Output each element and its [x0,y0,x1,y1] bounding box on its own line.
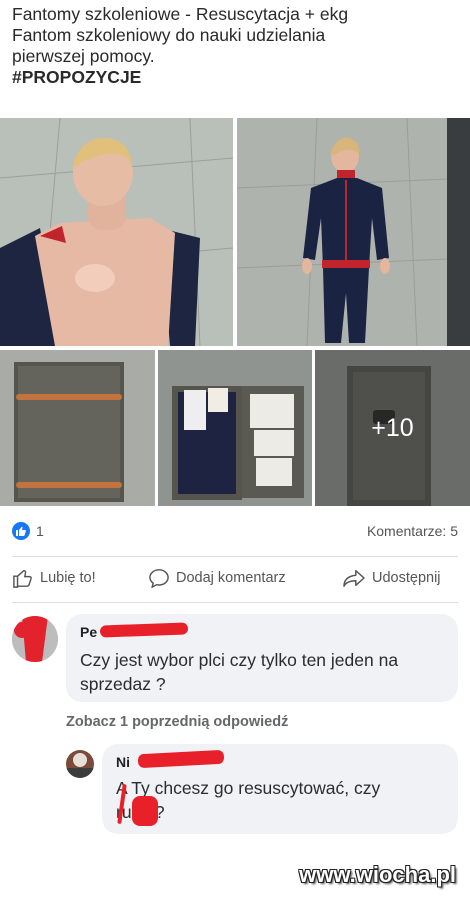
like-button[interactable]: Lubię to! [12,568,96,588]
comment-text: Czy jest wybor plci czy tylko ten jeden … [80,650,399,694]
more-photos-overlay[interactable]: +10 [315,350,470,506]
photo-manikin-full-body[interactable] [237,118,470,346]
comment-bubble: Pe Czy jest wybor plci czy tylko ten jed… [66,614,458,702]
thumbs-up-icon [13,569,32,588]
speech-bubble-icon [149,569,169,588]
reply-text-line: A Ty chcesz go resuscytować, czy [116,778,381,798]
redaction-mark [99,622,189,638]
post-text-line: Fantomy szkoleniowe - Resuscytacja + ekg [12,4,349,24]
comment-button[interactable]: Dodaj komentarz [148,568,286,588]
view-previous-replies-link[interactable]: Zobacz 1 poprzednią odpowiedź [66,714,288,730]
comment-button-label: Dodaj komentarz [176,570,286,586]
like-reaction-icon[interactable] [12,522,30,540]
redaction-mark [132,796,158,826]
photo-case-open[interactable] [158,350,312,506]
divider [12,602,458,603]
avatar[interactable] [66,750,94,778]
photo-case-closed[interactable] [0,350,155,506]
share-arrow-icon [343,570,365,587]
share-button-label: Udostępnij [372,570,441,586]
divider [12,556,458,557]
comments-count-link[interactable]: Komentarze: 5 [367,523,458,539]
reply-bubble: Ni A Ty chcesz go resuscytować, czy ru ć… [102,744,458,834]
like-count[interactable]: 1 [36,523,44,539]
post-text-line: Fantom szkoleniowy do nauki udzielania [12,25,326,45]
photo-manikin-torso[interactable] [0,118,233,346]
reactions-summary: 1 Komentarze: 5 [12,520,458,542]
redaction-mark [137,749,225,769]
reply-author[interactable]: Ni [116,754,130,770]
post-actions-bar: Lubię to! Dodaj komentarz Udostępnij [0,562,470,596]
hashtag-link[interactable]: #PROPOZYCJE [12,67,462,88]
share-button[interactable]: Udostępnij [342,568,441,588]
comment-author[interactable]: Pe [80,624,97,640]
like-button-label: Lubię to! [40,570,96,586]
photo-grid: +10 [0,112,470,508]
avatar[interactable] [12,616,58,662]
post-text: Fantomy szkoleniowe - Resuscytacja + ekg… [12,4,462,88]
post-text-line: pierwszej pomocy. [12,46,155,66]
watermark: www.wiocha.pl [299,862,456,887]
photo-case-standing[interactable]: +10 [315,350,470,506]
more-photos-count: +10 [371,413,414,442]
